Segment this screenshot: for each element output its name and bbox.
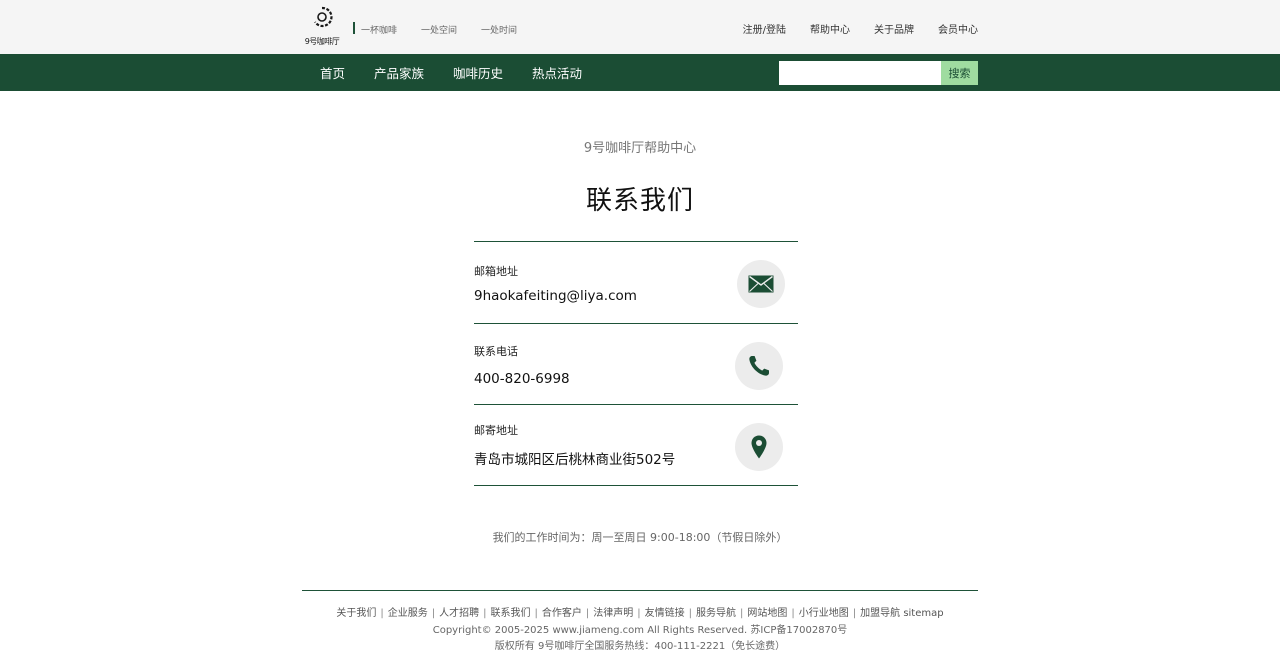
footer-link-legal[interactable]: 法律声明 xyxy=(593,608,633,619)
contact-phone-label: 联系电话 xyxy=(474,345,518,358)
footer-link-enterprise[interactable]: 企业服务 xyxy=(388,608,428,619)
page-subtitle: 9号咖啡厅帮助中心 xyxy=(583,141,697,156)
map-pin-icon[interactable] xyxy=(735,423,783,471)
footer-link-careers[interactable]: 人才招聘 xyxy=(439,608,479,619)
contact-phone-value[interactable]: 400-820-6998 xyxy=(474,371,570,387)
logo-text: 9号咖啡厅 xyxy=(304,37,340,46)
register-login-link[interactable]: 注册/登陆 xyxy=(743,21,786,36)
about-brand-link[interactable]: 关于品牌 xyxy=(874,21,914,36)
divider xyxy=(474,485,798,486)
contact-email: 邮箱地址 9haokafeiting@liya.com xyxy=(474,242,798,323)
help-center-link[interactable]: 帮助中心 xyxy=(810,21,850,36)
contact-address: 邮寄地址 青岛市城阳区后桃林商业街502号 xyxy=(474,405,798,485)
member-center-link[interactable]: 会员中心 xyxy=(938,21,978,36)
search-button[interactable]: 搜索 xyxy=(941,61,978,85)
footer-link-industry-map[interactable]: 小行业地图 xyxy=(799,608,849,619)
footer-link-about[interactable]: 关于我们 xyxy=(336,608,376,619)
top-bar: 9号咖啡厅 一杯咖啡 一处空间 一处时间 注册/登陆 帮助中心 关于品牌 会员中… xyxy=(0,0,1280,54)
footer-divider xyxy=(302,590,978,591)
main-nav: 首页 产品家族 咖啡历史 热点活动 搜索 xyxy=(0,54,1280,91)
nav-products[interactable]: 产品家族 xyxy=(374,63,424,82)
contact-address-value[interactable]: 青岛市城阳区后桃林商业街502号 xyxy=(474,448,675,468)
contact-address-label: 邮寄地址 xyxy=(474,424,518,437)
search-input[interactable] xyxy=(779,61,941,85)
search-box: 搜索 xyxy=(779,61,978,85)
contact-email-value[interactable]: 9haokafeiting@liya.com xyxy=(474,288,637,304)
nav-home[interactable]: 首页 xyxy=(320,63,345,82)
working-hours: 我们的工作时间为：周一至周日 9:00-18:00（节假日除外） xyxy=(492,531,788,544)
rights-hotline: 版权所有 9号咖啡厅全国服务热线：400-111-2221（免长途费） xyxy=(494,641,786,652)
footer-link-service-nav[interactable]: 服务导航 xyxy=(696,608,736,619)
page-title: 联系我们 xyxy=(585,186,694,216)
footer-link-franchise[interactable]: 加盟导航 sitemap xyxy=(860,608,943,619)
footer-link-friends[interactable]: 友情链接 xyxy=(645,608,685,619)
footer-link-contact[interactable]: 联系我们 xyxy=(491,608,531,619)
copyright: Copyright© 2005-2025 www.jiameng.com All… xyxy=(432,625,848,636)
contact-email-label: 邮箱地址 xyxy=(474,265,518,278)
slogan-3: 一处时间 xyxy=(481,26,518,36)
footer-link-sitemap[interactable]: 网站地图 xyxy=(747,608,787,619)
logo-icon xyxy=(314,6,333,28)
contact-phone: 联系电话 400-820-6998 xyxy=(474,324,798,404)
slogan-divider xyxy=(353,22,355,34)
mail-icon[interactable] xyxy=(737,260,785,308)
slogan-1: 一杯咖啡 xyxy=(361,26,398,36)
footer-link-clients[interactable]: 合作客户 xyxy=(542,608,582,619)
slogan-2: 一处空间 xyxy=(421,26,458,36)
logo[interactable]: 9号咖啡厅 xyxy=(302,6,342,48)
nav-events[interactable]: 热点活动 xyxy=(532,63,582,82)
slogans: 一杯咖啡 一处空间 一处时间 xyxy=(361,23,517,36)
phone-icon[interactable] xyxy=(735,342,783,390)
top-nav: 注册/登陆 帮助中心 关于品牌 会员中心 xyxy=(743,21,978,36)
footer-links: 关于我们 | 企业服务 | 人才招聘 | 联系我们 | 合作客户 | 法律声明 | 友情链接 | 服务导航 |… xyxy=(336,608,944,619)
nav-coffee-history[interactable]: 咖啡历史 xyxy=(453,63,503,82)
